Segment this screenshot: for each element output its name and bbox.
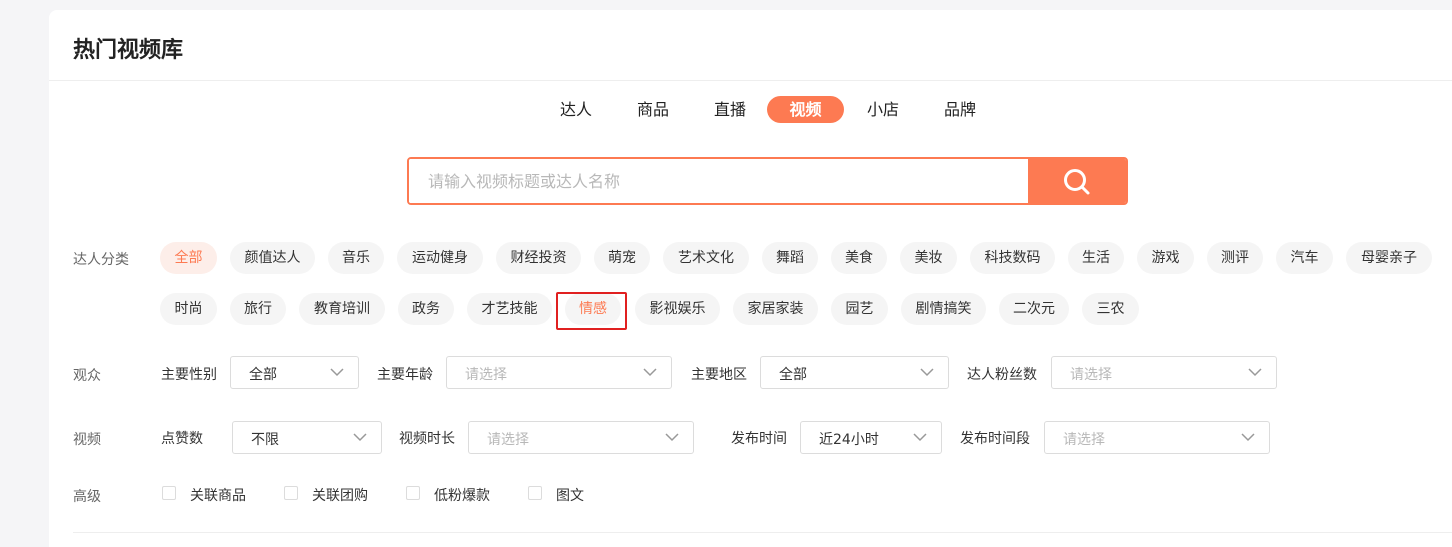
type-tabs: 达人 商品 直播 视频 小店 品牌 [0, 96, 1452, 123]
category-chip[interactable]: 美食 [831, 242, 887, 274]
duration-value: 请选择 [487, 432, 529, 448]
category-chip[interactable]: 美妆 [900, 242, 957, 274]
fans-label: 达人粉丝数 [967, 367, 1037, 383]
category-chip[interactable]: 游戏 [1137, 242, 1194, 274]
category-label: 达人分类 [73, 252, 129, 268]
fans-select[interactable]: 请选择 [1051, 356, 1277, 389]
category-chip[interactable]: 全部 [160, 242, 217, 274]
video-library-card: 热门视频库 [49, 10, 1452, 547]
search-icon [1064, 169, 1090, 195]
chevron-down-icon [330, 368, 344, 377]
duration-select[interactable]: 请选择 [468, 421, 694, 454]
region-value: 全部 [779, 367, 807, 383]
publish-time-label: 发布时间 [731, 431, 787, 447]
advanced-label: 高级 [73, 489, 101, 505]
category-chip[interactable]: 时尚 [160, 293, 217, 325]
low-fans-hit-checkbox[interactable] [406, 486, 420, 500]
gender-select[interactable]: 全部 [230, 356, 359, 389]
category-chip[interactable]: 颜值达人 [230, 242, 315, 274]
fans-value: 请选择 [1070, 367, 1112, 383]
chevron-down-icon [1241, 433, 1255, 442]
linked-goods-checkbox[interactable] [162, 486, 176, 500]
tab-goods[interactable]: 商品 [628, 96, 678, 123]
category-chip[interactable]: 二次元 [999, 293, 1069, 325]
category-chip[interactable]: 政务 [398, 293, 454, 325]
tab-daren[interactable]: 达人 [551, 96, 601, 123]
category-chip[interactable]: 才艺技能 [467, 293, 552, 325]
region-label: 主要地区 [691, 367, 747, 383]
category-chip[interactable]: 影视娱乐 [635, 293, 720, 325]
publish-period-select[interactable]: 请选择 [1044, 421, 1270, 454]
tab-brand[interactable]: 品牌 [935, 96, 985, 123]
category-chip[interactable]: 园艺 [831, 293, 888, 325]
likes-select[interactable]: 不限 [232, 421, 382, 454]
page-title: 热门视频库 [73, 38, 184, 63]
category-chip[interactable]: 音乐 [328, 242, 384, 274]
publish-period-label: 发布时间段 [960, 431, 1030, 447]
age-select[interactable]: 请选择 [446, 356, 672, 389]
divider [73, 532, 1452, 533]
likes-label: 点赞数 [161, 431, 203, 447]
category-chip[interactable]: 舞蹈 [762, 242, 818, 274]
publish-time-select[interactable]: 近24小时 [800, 421, 942, 454]
category-chip-emotion[interactable]: 情感 [565, 293, 621, 325]
chevron-down-icon [913, 433, 927, 442]
linked-group-buy-checkbox[interactable] [284, 486, 298, 500]
region-select[interactable]: 全部 [760, 356, 949, 389]
category-chip[interactable]: 运动健身 [397, 242, 483, 274]
chevron-down-icon [643, 368, 657, 377]
video-label: 视频 [73, 432, 101, 448]
image-text-label: 图文 [556, 488, 584, 504]
chevron-down-icon [1248, 368, 1262, 377]
gender-value: 全部 [249, 367, 277, 383]
likes-value: 不限 [251, 432, 279, 448]
tab-shop[interactable]: 小店 [858, 96, 908, 123]
linked-goods-label: 关联商品 [190, 488, 246, 504]
category-chip[interactable]: 家居家装 [733, 293, 818, 325]
category-chip[interactable]: 科技数码 [970, 242, 1055, 274]
category-chip[interactable]: 三农 [1082, 293, 1139, 325]
search-input[interactable] [409, 159, 1029, 203]
age-value: 请选择 [465, 367, 507, 383]
category-chip[interactable]: 萌宠 [594, 242, 650, 274]
category-chip[interactable]: 汽车 [1276, 242, 1333, 274]
category-chip[interactable]: 母婴亲子 [1346, 242, 1432, 274]
publish-time-value: 近24小时 [819, 432, 879, 448]
category-chip[interactable]: 剧情搞笑 [901, 293, 986, 325]
category-chip[interactable]: 生活 [1068, 242, 1124, 274]
gender-label: 主要性别 [161, 367, 217, 383]
chevron-down-icon [665, 433, 679, 442]
linked-group-buy-label: 关联团购 [312, 488, 368, 504]
search-bar [407, 157, 1128, 205]
category-chip[interactable]: 艺术文化 [663, 242, 749, 274]
chevron-down-icon [353, 433, 367, 442]
category-chip[interactable]: 财经投资 [496, 242, 581, 274]
category-chip[interactable]: 旅行 [230, 293, 286, 325]
low-fans-hit-label: 低粉爆款 [434, 488, 490, 504]
chevron-down-icon [920, 368, 934, 377]
category-chip[interactable]: 教育培训 [299, 293, 385, 325]
image-text-checkbox[interactable] [528, 486, 542, 500]
audience-label: 观众 [73, 368, 101, 384]
publish-period-value: 请选择 [1063, 432, 1105, 448]
category-chip[interactable]: 测评 [1207, 242, 1263, 274]
tab-video[interactable]: 视频 [767, 96, 844, 123]
tab-live[interactable]: 直播 [705, 96, 755, 123]
age-label: 主要年龄 [377, 367, 433, 383]
card-header: 热门视频库 [49, 10, 1452, 81]
duration-label: 视频时长 [399, 431, 455, 447]
search-button[interactable] [1028, 159, 1126, 203]
